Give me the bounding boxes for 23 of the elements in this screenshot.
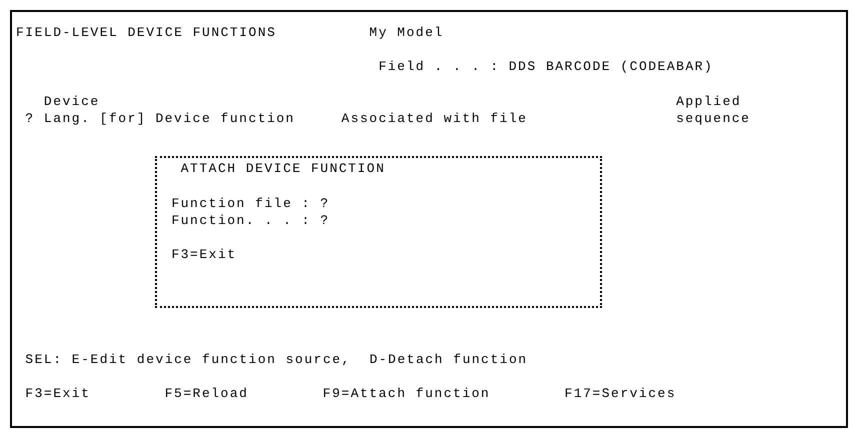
column-header: [for] xyxy=(100,110,146,128)
selection-help: SEL: E-Edit device function source, D-Detach function xyxy=(25,350,528,368)
input-field[interactable]: ? xyxy=(320,194,330,212)
function-key[interactable]: F3=Exit xyxy=(25,384,90,402)
column-header: Associated with file xyxy=(341,110,528,128)
column-header: Applied xyxy=(676,92,742,110)
function-key[interactable]: F5=Reload xyxy=(164,384,248,402)
popup-title: ATTACH DEVICE FUNCTION xyxy=(180,160,386,178)
function-key[interactable]: F9=Attach function xyxy=(322,384,490,402)
column-header: Device function xyxy=(155,110,295,128)
field-label: Function. . . : xyxy=(171,212,311,230)
field-value: DDS BARCODE (CODEABAR) xyxy=(508,58,714,76)
model-name: My Model xyxy=(369,24,444,42)
function-key[interactable]: F3=Exit xyxy=(171,246,237,264)
field-label: Field . . . : xyxy=(378,58,500,76)
column-header: Device xyxy=(44,92,100,110)
screen-title: FIELD-LEVEL DEVICE FUNCTIONS xyxy=(16,24,276,42)
column-header: ? xyxy=(25,110,35,128)
function-key[interactable]: F17=Services xyxy=(564,384,676,402)
column-header: sequence xyxy=(676,110,750,128)
column-header: Lang. xyxy=(44,110,90,128)
field-label: Function file : xyxy=(171,194,311,212)
input-field[interactable]: ? xyxy=(320,212,330,230)
